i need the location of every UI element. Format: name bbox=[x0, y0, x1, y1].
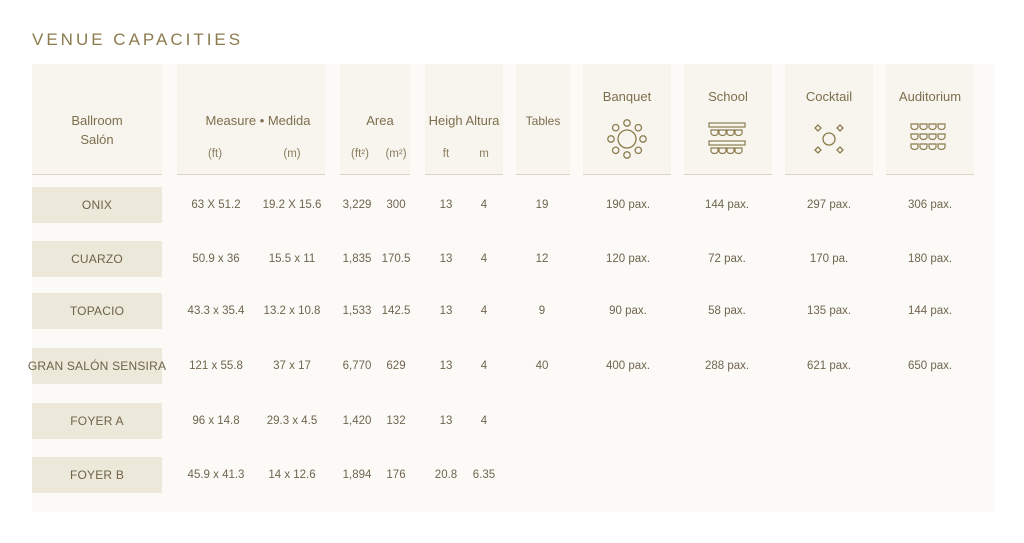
auditorium-seats-icon bbox=[909, 122, 949, 154]
cell-measure-ft: 43.3 x 35.4 bbox=[187, 305, 245, 317]
cell-area-m2: 132 bbox=[386, 415, 406, 427]
cell-height-m: 4 bbox=[480, 415, 488, 427]
cell-banquet: 90 pax. bbox=[609, 305, 647, 317]
cell-area-ft2: 1,533 bbox=[342, 305, 372, 317]
cell-area-m2: 170.5 bbox=[381, 253, 411, 265]
cell-height-m: 4 bbox=[480, 305, 488, 317]
cell-area-m2: 629 bbox=[386, 360, 406, 372]
cell-school: 288 pax. bbox=[704, 360, 750, 372]
cell-cocktail: 621 pax. bbox=[806, 360, 852, 372]
cell-height-ft: 13 bbox=[439, 360, 453, 372]
cell-height-ft: 13 bbox=[439, 415, 453, 427]
cell-tables: 12 bbox=[535, 253, 549, 265]
header-school bbox=[684, 64, 772, 175]
cell-measure-ft: 45.9 x 41.3 bbox=[187, 469, 245, 481]
cell-measure-ft: 50.9 x 36 bbox=[192, 253, 240, 265]
cell-banquet: 190 pax. bbox=[605, 199, 651, 211]
header-auditorium bbox=[886, 64, 974, 175]
cell-school: 144 pax. bbox=[704, 199, 750, 211]
cell-height-m: 4 bbox=[480, 360, 488, 372]
cell-cocktail: 135 pax. bbox=[806, 305, 852, 317]
header-cocktail bbox=[785, 64, 873, 175]
cell-area-ft2: 1,420 bbox=[342, 415, 372, 427]
cell-measure-m: 13.2 x 10.8 bbox=[263, 305, 321, 317]
cell-measure-m: 19.2 X 15.6 bbox=[262, 199, 322, 211]
cell-height-ft: 13 bbox=[439, 253, 453, 265]
header-measure-label: Measure • Medida bbox=[205, 113, 311, 128]
cell-area-ft2: 1,894 bbox=[342, 469, 372, 481]
cell-banquet: 120 pax. bbox=[605, 253, 651, 265]
header-measure-ft: (ft) bbox=[207, 148, 223, 160]
cell-measure-m: 37 x 17 bbox=[273, 360, 311, 372]
cell-height-m: 4 bbox=[480, 253, 488, 265]
header-salon-label: Salón bbox=[80, 132, 114, 147]
cell-tables: 40 bbox=[535, 360, 549, 372]
venue-name: FOYER B bbox=[32, 457, 162, 493]
cell-area-ft2: 1,835 bbox=[342, 253, 372, 265]
cell-measure-m: 29.3 x 4.5 bbox=[266, 415, 318, 427]
cell-auditorium: 180 pax. bbox=[907, 253, 953, 265]
header-cocktail-label: Cocktail bbox=[805, 89, 853, 104]
venue-name: ONIX bbox=[32, 187, 162, 223]
header-measure-m: (m) bbox=[283, 148, 301, 160]
header-area-label: Area bbox=[366, 113, 394, 128]
header-height-label: Heigh Altura bbox=[428, 113, 500, 128]
cell-measure-ft: 96 x 14.8 bbox=[192, 415, 240, 427]
classroom-desks-icon bbox=[708, 122, 746, 158]
cell-measure-ft: 121 x 55.8 bbox=[189, 360, 243, 372]
cell-auditorium: 144 pax. bbox=[907, 305, 953, 317]
cell-height-ft: 13 bbox=[439, 199, 453, 211]
cell-area-ft2: 6,770 bbox=[342, 360, 372, 372]
venue-name: CUARZO bbox=[32, 241, 162, 277]
cell-measure-m: 14 x 12.6 bbox=[268, 469, 316, 481]
venue-name: FOYER A bbox=[32, 403, 162, 439]
header-ballroom-label: Ballroom bbox=[71, 113, 123, 128]
cell-auditorium: 306 pax. bbox=[907, 199, 953, 211]
cell-banquet: 400 pax. bbox=[605, 360, 651, 372]
cell-auditorium: 650 pax. bbox=[907, 360, 953, 372]
cocktail-tables-icon bbox=[812, 122, 846, 156]
header-height-ft: ft bbox=[442, 148, 450, 160]
cell-height-m: 6.35 bbox=[472, 469, 496, 481]
cell-measure-m: 15.5 x 11 bbox=[268, 253, 316, 265]
round-table-icon bbox=[606, 118, 648, 160]
cell-area-ft2: 3,229 bbox=[342, 199, 372, 211]
page-title: VENUE CAPACITIES bbox=[32, 30, 244, 49]
cell-cocktail: 170 pa. bbox=[809, 253, 849, 265]
cell-area-m2: 176 bbox=[386, 469, 406, 481]
cell-area-m2: 300 bbox=[386, 199, 406, 211]
cell-tables: 9 bbox=[538, 305, 546, 317]
cell-height-m: 4 bbox=[480, 199, 488, 211]
header-banquet-label: Banquet bbox=[602, 89, 652, 104]
header-auditorium-label: Auditorium bbox=[898, 89, 962, 104]
cell-school: 58 pax. bbox=[708, 305, 746, 317]
cell-height-ft: 20.8 bbox=[434, 469, 458, 481]
cell-school: 72 pax. bbox=[708, 253, 746, 265]
header-school-label: School bbox=[708, 89, 748, 104]
cell-tables: 19 bbox=[535, 199, 549, 211]
cell-area-m2: 142.5 bbox=[381, 305, 411, 317]
header-tables-label: Tables bbox=[525, 114, 561, 128]
header-height-m: m bbox=[479, 148, 489, 160]
venue-name: GRAN SALÓN SENSIRA bbox=[28, 348, 166, 384]
venue-name: TOPACIO bbox=[32, 293, 162, 329]
cell-height-ft: 13 bbox=[439, 305, 453, 317]
header-area-ft2: (ft²) bbox=[351, 148, 369, 160]
cell-cocktail: 297 pax. bbox=[806, 199, 852, 211]
header-area-m2: (m²) bbox=[385, 148, 407, 160]
cell-measure-ft: 63 X 51.2 bbox=[191, 199, 241, 211]
